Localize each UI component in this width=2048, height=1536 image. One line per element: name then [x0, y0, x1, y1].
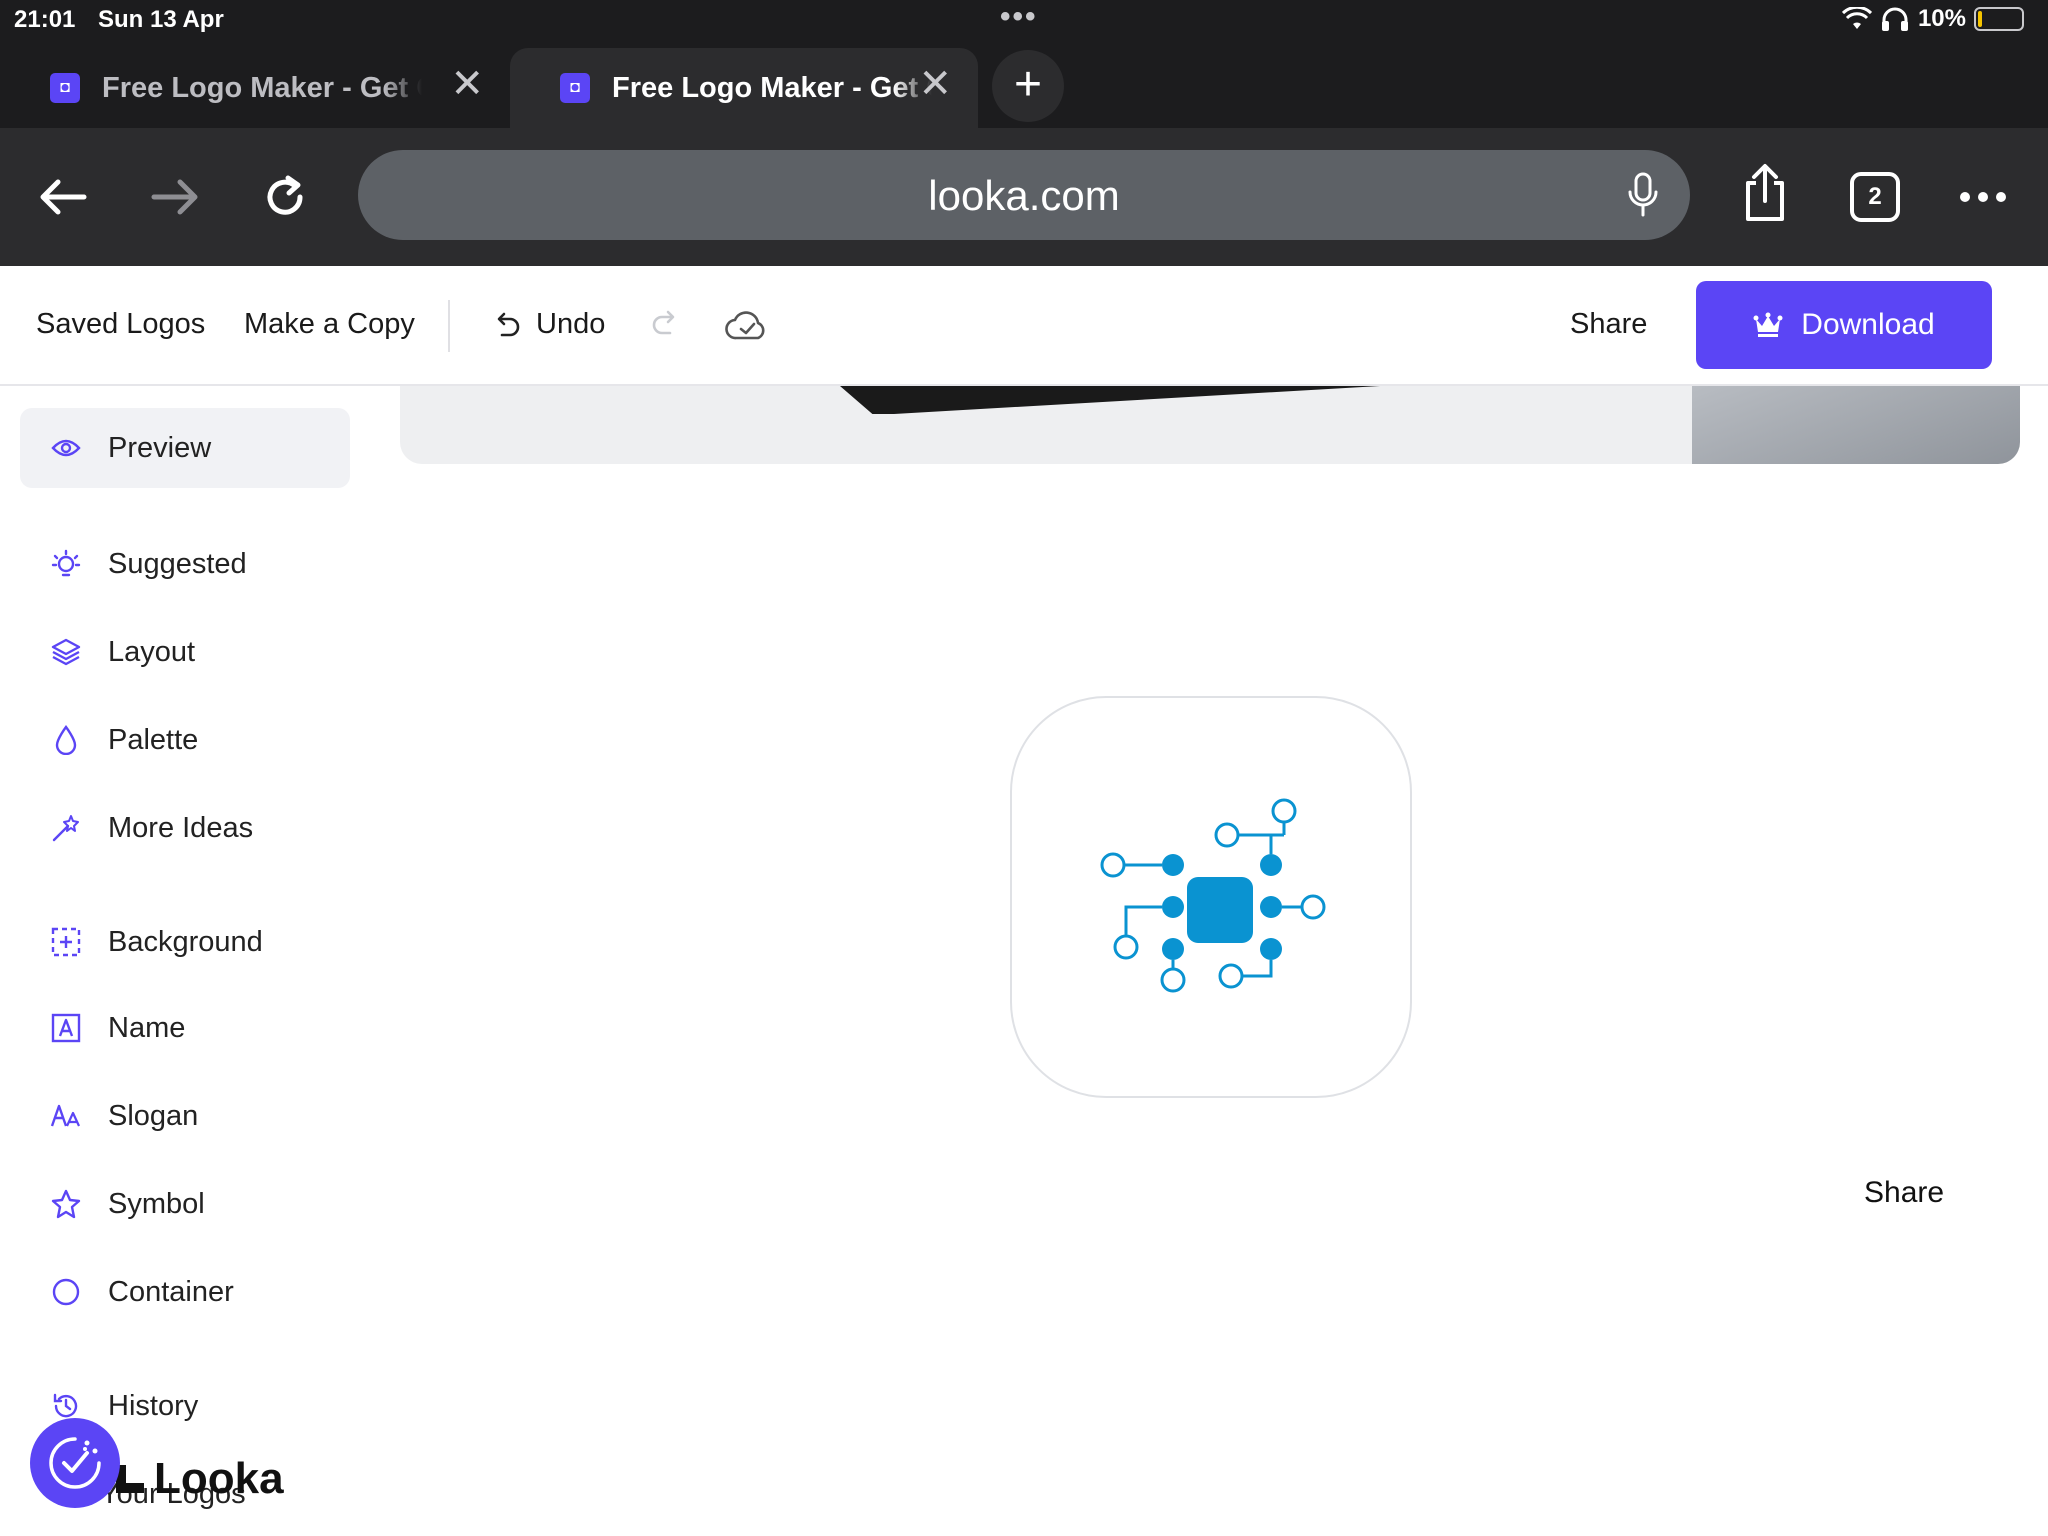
editor-top-bar: Saved Logos Make a Copy Undo Share Downl… [0, 266, 2048, 386]
crown-icon [1753, 312, 1783, 337]
sidebar-item-label: Symbol [108, 1187, 205, 1220]
microphone-icon[interactable] [1626, 172, 1660, 218]
cookie-settings-button[interactable] [30, 1418, 120, 1508]
font-size-icon [50, 1100, 82, 1132]
tab-title: Free Logo Maker - Get C [102, 71, 422, 104]
toolbar-divider [448, 300, 450, 352]
cloud-check-icon [725, 311, 765, 340]
tab-inactive[interactable]: ◘ Free Logo Maker - Get C ✕ [0, 48, 510, 128]
circle-icon [50, 1276, 82, 1308]
reload-icon [267, 175, 303, 215]
sidebar-item-label: More Ideas [108, 811, 254, 844]
redo-button[interactable] [650, 308, 680, 338]
drop-icon [50, 724, 82, 756]
magic-wand-icon [50, 812, 82, 844]
tab-active[interactable]: ◘ Free Logo Maker - Get C ✕ [510, 48, 978, 128]
browser-toolbar: looka.com 2 [0, 128, 2048, 266]
tab-count: 2 [1868, 183, 1882, 210]
logo-preview-card[interactable] [1010, 696, 1412, 1098]
editor-sidebar: Preview Suggested Layout Palette More Id… [0, 386, 370, 1536]
status-time: 21:01 [14, 6, 76, 33]
arrow-left-icon [40, 179, 87, 215]
status-indicators: 10% [1841, 5, 2024, 33]
reload-button[interactable] [250, 162, 320, 232]
eye-icon [50, 432, 82, 464]
saved-logos-button[interactable]: Saved Logos [36, 308, 205, 341]
sidebar-item-label: Palette [108, 723, 199, 756]
sidebar-item-background[interactable]: Background [20, 902, 350, 982]
make-copy-label: Make a Copy [244, 308, 415, 340]
wifi-icon [1841, 7, 1872, 29]
more-options-button[interactable] [1948, 162, 2018, 232]
make-copy-button[interactable]: Make a Copy [244, 308, 415, 341]
forward-button[interactable] [140, 162, 210, 232]
sidebar-item-label: Background [108, 925, 263, 958]
headphones-icon [1881, 7, 1908, 31]
sidebar-item-label: Slogan [108, 1099, 199, 1132]
sidebar-item-layout[interactable]: Layout [20, 612, 350, 692]
undo-label: Undo [536, 308, 606, 340]
address-text: looka.com [928, 172, 1120, 219]
download-button[interactable]: Download [1696, 281, 1992, 369]
lightbulb-icon [50, 548, 82, 580]
looka-brand: Looka [112, 1454, 284, 1504]
sidebar-item-more-ideas[interactable]: More Ideas [20, 788, 350, 868]
multitasking-dots-icon[interactable]: ••• [1000, 0, 1038, 34]
undo-icon [497, 312, 520, 336]
text-box-icon [50, 1012, 82, 1044]
share-sheet-button[interactable] [1730, 158, 1800, 228]
mockup-sign-image [840, 386, 1380, 414]
cloud-save-status [724, 308, 770, 342]
sidebar-item-container[interactable]: Container [20, 1252, 350, 1332]
share-label: Share [1570, 308, 1648, 340]
new-tab-button[interactable]: + [992, 50, 1064, 122]
status-date: Sun 13 Apr [98, 6, 224, 33]
canvas-share-label: Share [1864, 1176, 1945, 1209]
saved-logos-label: Saved Logos [36, 308, 206, 340]
looka-favicon-icon: ◘ [50, 73, 80, 103]
star-icon [50, 1188, 82, 1220]
share-icon [1746, 164, 1784, 221]
share-button[interactable]: Share [1570, 308, 1647, 341]
sidebar-item-name[interactable]: Name [20, 988, 350, 1068]
sidebar-item-palette[interactable]: Palette [20, 700, 350, 780]
looka-favicon-icon: ◘ [560, 73, 590, 103]
sidebar-item-symbol[interactable]: Symbol [20, 1164, 350, 1244]
brand-name: Looka [154, 1454, 284, 1503]
canvas-share-link[interactable]: Share [1864, 1176, 1944, 1210]
tab-title: Free Logo Maker - Get C [612, 71, 932, 104]
undo-button[interactable]: Undo [492, 308, 605, 341]
ellipsis-icon [1960, 192, 2006, 202]
background-grid-icon [50, 926, 82, 958]
mockup-preview-strip [400, 386, 2020, 464]
back-button[interactable] [28, 162, 98, 232]
circuit-chip-icon [1100, 798, 1326, 993]
sidebar-item-slogan[interactable]: Slogan [20, 1076, 350, 1156]
sidebar-item-suggested[interactable]: Suggested [20, 524, 350, 604]
tab-bar: ◘ Free Logo Maker - Get C ✕ ◘ Free Logo … [0, 40, 2048, 128]
cookie-check-icon [49, 1437, 101, 1489]
status-bar: 21:01 Sun 13 Apr ••• 10% [0, 0, 2048, 40]
sidebar-item-label: Preview [108, 431, 212, 464]
sidebar-item-preview[interactable]: Preview [20, 408, 350, 488]
close-tab-icon[interactable]: ✕ [450, 64, 484, 104]
address-bar[interactable]: looka.com [358, 150, 1690, 240]
sidebar-item-label: Name [108, 1011, 186, 1044]
sidebar-item-label: Suggested [108, 547, 247, 580]
sidebar-item-label: Layout [108, 635, 196, 668]
redo-icon [652, 310, 675, 335]
battery-level-fill [1978, 11, 1982, 27]
mockup-photo-image [1692, 386, 2020, 464]
arrow-right-icon [151, 179, 198, 215]
sidebar-item-label: History [108, 1389, 199, 1422]
tabs-overview-button[interactable]: 2 [1840, 162, 1910, 232]
battery-percent: 10% [1917, 5, 1966, 32]
close-tab-icon[interactable]: ✕ [918, 64, 952, 104]
battery-icon [1974, 7, 2024, 31]
download-label: Download [1801, 308, 1935, 341]
layers-icon [50, 636, 82, 668]
sidebar-item-label: Container [108, 1275, 234, 1308]
